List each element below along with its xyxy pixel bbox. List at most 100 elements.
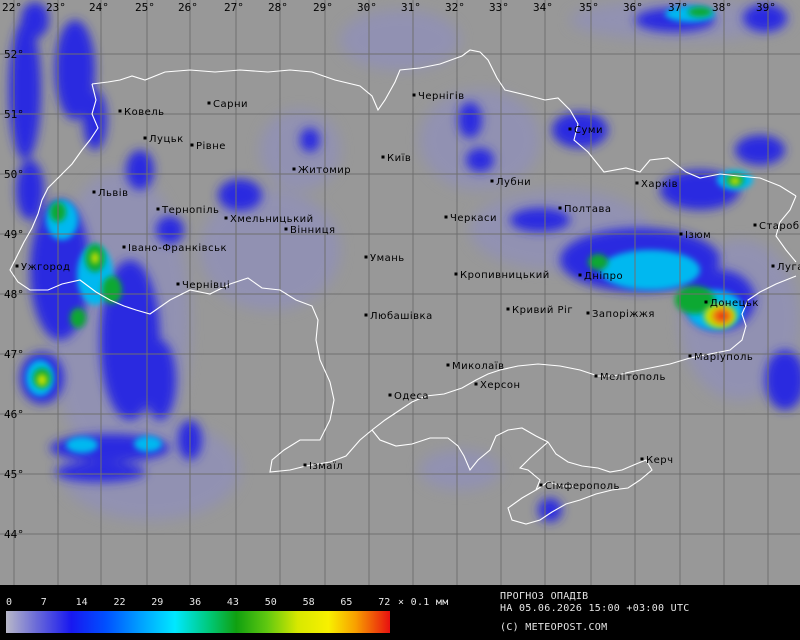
city-marker: Маріуполь — [688, 351, 753, 363]
longitude-label: 24° — [89, 1, 109, 14]
city-marker: Кривий Ріг — [506, 304, 573, 316]
city-label: Запоріжжя — [592, 308, 655, 320]
city-label: Старобільськ — [759, 220, 800, 232]
city-dot — [190, 143, 194, 147]
city-dot — [688, 354, 692, 358]
city-marker: Луцьк — [143, 134, 183, 145]
legend-ticks: 0 7 14 22 29 36 43 50 58 65 72 — [6, 597, 390, 608]
city-label: Харків — [641, 178, 678, 190]
city-marker: Одеса — [388, 391, 429, 402]
latitude-label: 51° — [4, 108, 24, 121]
city-label: Кривий Ріг — [512, 304, 573, 316]
map-canvas: 22° 23° 24° 25° 26° 27° 28° 29° 30° 31° 32° 33° 34° 3… — [0, 0, 800, 585]
city-dot — [412, 93, 416, 97]
city-marker: Дніпро — [578, 270, 623, 282]
city-dot — [474, 382, 478, 386]
city-dot — [635, 181, 639, 185]
longitude-label: 38° — [712, 1, 732, 14]
longitude-label: 26° — [178, 1, 198, 14]
city-marker: Ізмаїл — [303, 461, 343, 472]
city-dot — [640, 457, 644, 461]
city-label: Ужгород — [21, 262, 70, 273]
latitude-label: 48° — [4, 288, 24, 301]
legend-tick-label: 50 — [265, 597, 277, 608]
city-marker: Мелітополь — [594, 371, 665, 383]
longitude-label: 33° — [489, 1, 509, 14]
city-label: Луганськ — [777, 262, 800, 273]
legend-tick-label: 36 — [189, 597, 201, 608]
city-label: Дніпро — [584, 270, 623, 282]
city-dot — [224, 216, 228, 220]
city-dot — [176, 282, 180, 286]
longitude-label: 35° — [579, 1, 599, 14]
precipitation-map: 22° 23° 24° 25° 26° 27° 28° 29° 30° 31° 32° 33° 34° 3… — [0, 0, 800, 640]
city-marker: Ковель — [118, 107, 164, 118]
longitude-label: 27° — [224, 1, 244, 14]
city-marker: Сімферополь — [539, 480, 619, 492]
city-label: Черкаси — [450, 213, 497, 224]
city-dot — [143, 136, 147, 140]
latitude-label: 50° — [4, 168, 24, 181]
latitude-label: 52° — [4, 48, 24, 61]
legend-tick-label: 22 — [113, 597, 125, 608]
legend-tick-label: 72 — [378, 597, 390, 608]
longitude-label: 31° — [401, 1, 421, 14]
city-dot — [444, 215, 448, 219]
city-marker: Рівне — [190, 140, 226, 152]
city-label: Кропивницький — [460, 270, 550, 281]
city-dot — [92, 190, 96, 194]
city-marker: Вінниця — [284, 224, 336, 236]
latitude-label: 49° — [4, 228, 24, 241]
legend-tick-label: 14 — [76, 597, 88, 608]
city-dot — [122, 245, 126, 249]
city-marker: Хмельницький — [224, 214, 314, 225]
city-label: Чернігів — [418, 90, 465, 102]
city-marker: Любашівка — [364, 310, 433, 322]
longitude-label: 34° — [533, 1, 553, 14]
city-marker: Ужгород — [15, 262, 70, 273]
city-marker: Херсон — [474, 380, 520, 391]
city-label: Любашівка — [370, 310, 433, 322]
city-dot — [207, 101, 211, 105]
legend-tick-label: 58 — [303, 597, 315, 608]
city-dot — [490, 179, 494, 183]
longitude-label: 22° — [2, 1, 22, 14]
city-marker: Івано-Франківськ — [122, 242, 227, 254]
city-label: Львів — [98, 187, 128, 199]
city-label: Хмельницький — [230, 214, 314, 225]
longitude-label: 37° — [668, 1, 688, 14]
city-dot — [118, 109, 122, 113]
city-label: Житомир — [298, 165, 351, 176]
city-label: Суми — [574, 125, 603, 136]
city-marker: Старобільськ — [753, 220, 800, 232]
city-label: Вінниця — [290, 224, 336, 236]
footer: 0 7 14 22 29 36 43 50 58 65 72 × 0.1 мм ПРОГНОЗ ОП… — [0, 585, 800, 640]
longitude-label: 28° — [268, 1, 288, 14]
city-label: Умань — [370, 253, 405, 264]
city-marker: Донецьк — [704, 298, 758, 309]
credit-link[interactable]: (C) METEOPOST.COM — [500, 622, 607, 633]
legend-unit: × 0.1 мм — [398, 597, 449, 608]
city-dot — [454, 272, 458, 276]
city-dot — [586, 311, 590, 315]
city-marker: Запоріжжя — [586, 308, 655, 320]
legend-tick-label: 43 — [227, 597, 239, 608]
city-label: Керч — [646, 455, 674, 466]
city-dot — [284, 227, 288, 231]
city-marker: Чернігів — [412, 90, 465, 102]
city-dot — [558, 206, 562, 210]
city-label: Миколаїв — [452, 361, 504, 372]
city-marker: Ізюм — [679, 230, 711, 241]
legend-tick-label: 29 — [151, 597, 163, 608]
city-label: Рівне — [196, 140, 226, 152]
city-marker: Чернівці — [176, 279, 230, 291]
city-dot — [753, 223, 757, 227]
city-marker: Лубни — [490, 177, 531, 188]
city-marker: Умань — [364, 253, 405, 264]
legend-tick-label: 0 — [6, 597, 12, 608]
city-dot — [292, 167, 296, 171]
city-marker: Полтава — [558, 204, 611, 215]
city-dot — [506, 307, 510, 311]
city-marker: Львів — [92, 187, 128, 199]
longitude-label: 30° — [357, 1, 377, 14]
